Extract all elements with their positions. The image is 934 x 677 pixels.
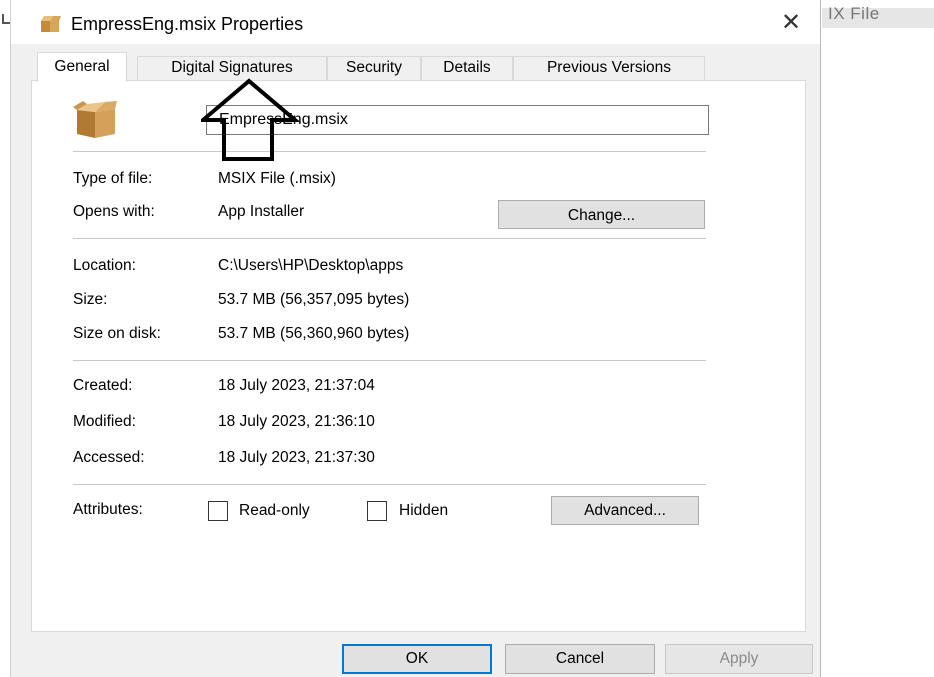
attributes-label: Attributes: [73,501,143,518]
tab-security[interactable]: Security [327,56,421,80]
hidden-checkbox[interactable] [367,501,387,521]
location-value: C:\Users\HP\Desktop\apps [218,257,404,274]
type-of-file-label: Type of file: [73,170,153,187]
title-bar[interactable]: EmpressEng.msix Properties ✕ [11,0,820,44]
modified-label: Modified: [73,413,136,430]
read-only-label[interactable]: Read-only [239,502,310,520]
tab-details[interactable]: Details [421,56,513,80]
hidden-label[interactable]: Hidden [399,502,448,520]
tab-previous-versions[interactable]: Previous Versions [513,56,705,80]
size-on-disk-value: 53.7 MB (56,360,960 bytes) [218,325,410,342]
up-arrow-annotation-icon [201,78,301,161]
general-tab-panel [31,80,806,632]
separator [73,238,706,239]
cancel-button[interactable]: Cancel [505,644,655,674]
read-only-checkbox[interactable] [208,501,228,521]
dialog-title: EmpressEng.msix Properties [71,14,304,34]
package-box-icon [73,101,117,138]
tab-digital-signatures[interactable]: Digital Signatures [137,56,327,80]
package-box-icon [41,16,61,32]
accessed-label: Accessed: [73,449,145,466]
created-value: 18 July 2023, 21:37:04 [218,377,375,394]
created-label: Created: [73,377,133,394]
advanced-button[interactable]: Advanced... [551,496,699,525]
close-button[interactable]: ✕ [774,8,808,38]
properties-dialog: EmpressEng.msix Properties ✕ General Dig… [10,0,821,677]
location-label: Location: [73,257,136,274]
ok-button[interactable]: OK [342,644,492,674]
apply-button[interactable]: Apply [665,644,813,674]
background-window-text: IX File [828,4,880,23]
accessed-value: 18 July 2023, 21:37:30 [218,449,375,466]
modified-value: 18 July 2023, 21:36:10 [218,413,375,430]
opens-with-label: Opens with: [73,203,155,220]
size-value: 53.7 MB (56,357,095 bytes) [218,291,410,308]
type-of-file-value: MSIX File (.msix) [218,170,336,187]
close-icon: ✕ [780,9,802,36]
tab-general[interactable]: General [37,52,127,82]
separator [73,151,706,152]
separator [73,484,706,485]
separator [73,360,706,361]
change-button[interactable]: Change... [498,200,705,229]
size-on-disk-label: Size on disk: [73,325,161,342]
size-label: Size: [73,291,108,308]
background-window-fragment [2,14,10,24]
opens-with-value: App Installer [218,203,305,220]
